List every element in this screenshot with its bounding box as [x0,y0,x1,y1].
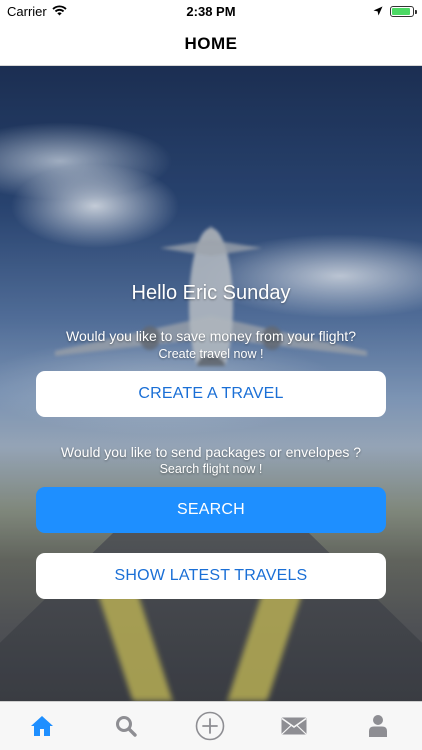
location-arrow-icon [373,4,383,19]
create-hint-text: Create travel now ! [158,347,264,361]
search-button[interactable]: SEARCH [36,487,386,533]
tab-bar [0,701,422,750]
tab-profile[interactable] [336,702,420,750]
show-latest-travels-button[interactable]: SHOW LATEST TRAVELS [36,553,386,599]
status-right-group [373,4,417,19]
search-icon [116,716,137,737]
status-bar: Carrier 2:38 PM [0,0,422,22]
search-hint-text: Search flight now ! [159,462,263,476]
tab-home[interactable] [0,702,84,750]
tab-messages[interactable] [252,702,336,750]
send-prompt-text: Would you like to send packages or envel… [60,444,362,460]
navigation-bar: HOME [0,22,422,66]
tab-search[interactable] [84,702,168,750]
add-circle-icon [195,711,225,741]
battery-cap [415,10,417,14]
battery-fill [392,8,410,15]
home-hero: Hello Eric Sunday Would you like to save… [0,66,422,701]
screen: Carrier 2:38 PM HOME Hello Eric Sunday W… [0,0,422,750]
profile-icon [369,715,387,737]
create-travel-button[interactable]: CREATE A TRAVEL [36,371,386,417]
mail-icon [281,717,307,735]
battery-icon [390,6,417,17]
status-time: 2:38 PM [186,4,236,19]
tab-add[interactable] [168,702,252,750]
home-icon [31,716,53,736]
greeting-text: Hello Eric Sunday [131,282,291,304]
page-title: HOME [184,34,238,53]
create-prompt-text: Would you like to save money from your f… [66,328,356,344]
